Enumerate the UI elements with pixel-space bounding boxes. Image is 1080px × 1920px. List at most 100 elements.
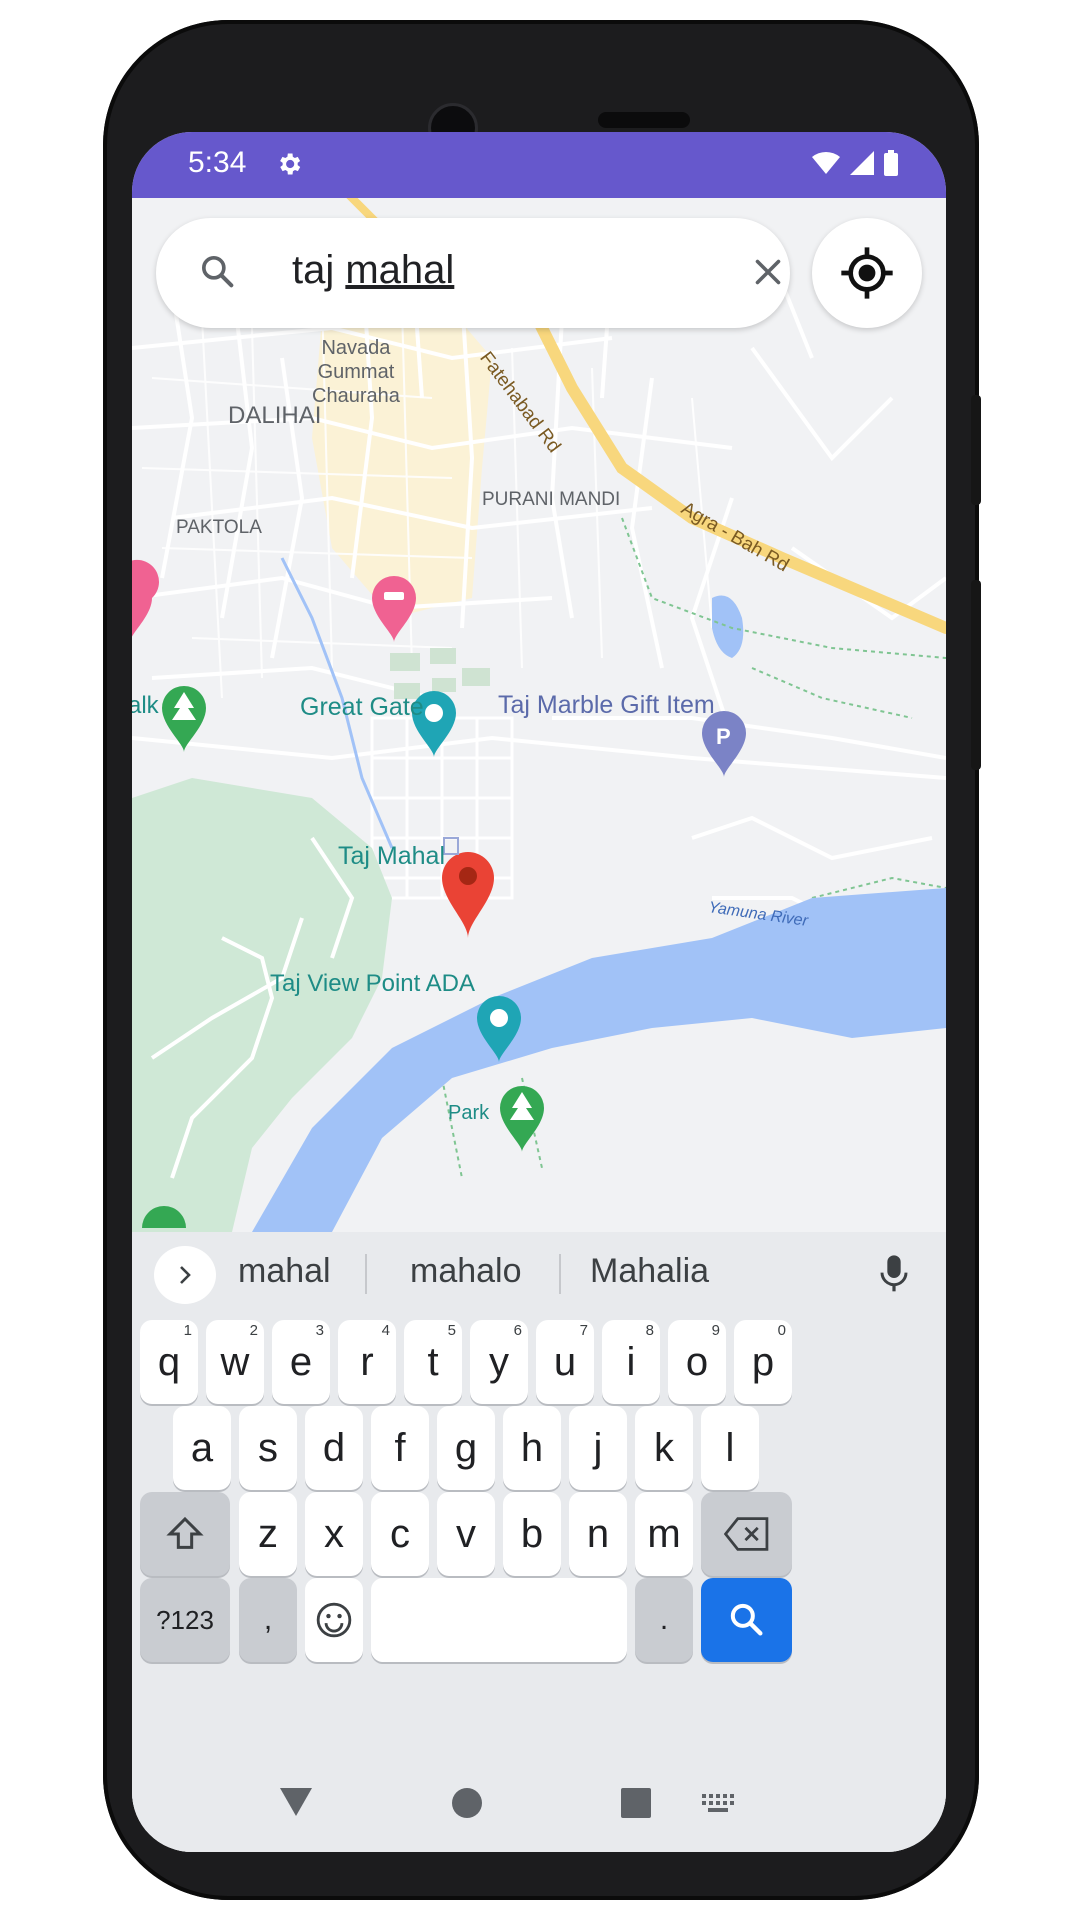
- key-r[interactable]: r4: [338, 1320, 396, 1404]
- search-query-composing: mahal: [345, 248, 455, 292]
- volume-button: [971, 580, 981, 770]
- key-o[interactable]: o9: [668, 1320, 726, 1404]
- key-label: r: [360, 1339, 374, 1384]
- key-label: i: [626, 1339, 636, 1384]
- home-circle-icon[interactable]: [452, 1788, 482, 1823]
- shift-icon: [166, 1516, 204, 1549]
- recents-square-icon[interactable]: [621, 1788, 651, 1823]
- map-label-purani-mandi: PURANI MANDI: [482, 489, 621, 510]
- map-label-walk: alk: [132, 692, 159, 719]
- search-query-prefix: taj: [292, 248, 346, 292]
- map-label-taj-mahal[interactable]: Taj Mahal: [338, 842, 445, 871]
- map-label-line: Chauraha: [312, 385, 400, 407]
- my-location-button[interactable]: [812, 218, 922, 328]
- navigation-bar: [132, 1752, 946, 1852]
- search-key[interactable]: [701, 1578, 792, 1662]
- key-hint: 5: [447, 1322, 456, 1339]
- key-e[interactable]: e3: [272, 1320, 330, 1404]
- key-u[interactable]: u7: [536, 1320, 594, 1404]
- key-label: u: [553, 1339, 577, 1384]
- key-hint: 7: [579, 1322, 588, 1339]
- keyboard-switch-icon[interactable]: [702, 1794, 736, 1819]
- soft-keyboard: mahal mahalo Mahalia q1 w2 e3 r4 t5 y6 u…: [132, 1232, 946, 1852]
- key-hint: 8: [645, 1322, 654, 1339]
- key-label: e: [289, 1339, 313, 1384]
- key-v[interactable]: v: [437, 1492, 495, 1576]
- key-p[interactable]: p0: [734, 1320, 792, 1404]
- map-label-dalihai: DALIHAI: [228, 402, 322, 429]
- backspace-icon: [723, 1517, 768, 1551]
- key-g[interactable]: g: [437, 1406, 495, 1490]
- microphone-icon[interactable]: [878, 1254, 910, 1299]
- search-input[interactable]: taj mahal: [292, 248, 454, 293]
- power-button: [971, 395, 981, 505]
- key-m[interactable]: m: [635, 1492, 693, 1576]
- key-y[interactable]: y6: [470, 1320, 528, 1404]
- key-k[interactable]: k: [635, 1406, 693, 1490]
- key-j[interactable]: j: [569, 1406, 627, 1490]
- map-view[interactable]: P Navada Gummat Chauraha DALIHAI PAKTOLA…: [132, 198, 946, 1232]
- map-label-great-gate[interactable]: Great Gate: [300, 693, 424, 722]
- key-a[interactable]: a: [173, 1406, 231, 1490]
- space-key[interactable]: [371, 1578, 627, 1662]
- key-l[interactable]: l: [701, 1406, 759, 1490]
- key-hint: 2: [249, 1322, 258, 1339]
- suggestion-1[interactable]: mahal: [238, 1252, 331, 1291]
- suggestion-2[interactable]: mahalo: [410, 1252, 522, 1291]
- key-z[interactable]: z: [239, 1492, 297, 1576]
- screen: 5:34 P Navada Gummat Chauraha DALIHAI PA…: [132, 132, 946, 1852]
- suggestion-divider: [559, 1254, 561, 1294]
- key-d[interactable]: d: [305, 1406, 363, 1490]
- symbols-key[interactable]: ?123: [140, 1578, 230, 1662]
- map-label-park[interactable]: Park: [448, 1102, 489, 1125]
- svg-text:P: P: [716, 724, 731, 749]
- emoji-key[interactable]: [305, 1578, 363, 1662]
- status-bar: 5:34: [132, 132, 946, 198]
- expand-suggestions-button[interactable]: [154, 1246, 216, 1304]
- suggestion-divider: [365, 1254, 367, 1294]
- earpiece-speaker: [598, 112, 690, 128]
- key-label: w: [220, 1339, 250, 1384]
- key-hint: 0: [777, 1322, 786, 1339]
- map-label-line: Navada: [321, 337, 391, 359]
- comma-key[interactable]: ,: [239, 1578, 297, 1662]
- key-f[interactable]: f: [371, 1406, 429, 1490]
- emoji-icon: [316, 1602, 352, 1638]
- map-label-taj-marble[interactable]: Taj Marble Gift Item: [498, 691, 715, 720]
- signal-icon: [850, 151, 874, 180]
- key-x[interactable]: x: [305, 1492, 363, 1576]
- key-s[interactable]: s: [239, 1406, 297, 1490]
- search-bar[interactable]: taj mahal: [156, 218, 790, 328]
- key-h[interactable]: h: [503, 1406, 561, 1490]
- key-q[interactable]: q1: [140, 1320, 198, 1404]
- suggestion-3[interactable]: Mahalia: [590, 1252, 709, 1291]
- key-label: p: [751, 1339, 775, 1384]
- status-time: 5:34: [188, 146, 247, 179]
- map-label-line: Gummat: [317, 361, 395, 383]
- key-n[interactable]: n: [569, 1492, 627, 1576]
- key-b[interactable]: b: [503, 1492, 561, 1576]
- back-triangle-icon[interactable]: [280, 1788, 312, 1821]
- key-hint: 6: [513, 1322, 522, 1339]
- crosshair-icon: [841, 247, 893, 299]
- backspace-key[interactable]: [701, 1492, 792, 1576]
- key-label: q: [157, 1339, 181, 1384]
- hotel-pin-icon: [372, 576, 416, 642]
- key-label: y: [489, 1339, 509, 1384]
- key-w[interactable]: w2: [206, 1320, 264, 1404]
- map-label-taj-view-point[interactable]: Taj View Point ADA: [270, 970, 475, 998]
- period-key[interactable]: .: [635, 1578, 693, 1662]
- wifi-icon: [812, 151, 840, 180]
- settings-gear-icon: [275, 150, 303, 183]
- key-i[interactable]: i8: [602, 1320, 660, 1404]
- key-hint: 3: [315, 1322, 324, 1339]
- chevron-right-icon: [180, 1266, 191, 1284]
- key-t[interactable]: t5: [404, 1320, 462, 1404]
- key-hint: 9: [711, 1322, 720, 1339]
- shift-key[interactable]: [140, 1492, 230, 1576]
- key-hint: 4: [381, 1322, 390, 1339]
- key-c[interactable]: c: [371, 1492, 429, 1576]
- search-icon: [730, 1603, 762, 1636]
- suggestion-strip: mahal mahalo Mahalia: [132, 1232, 946, 1312]
- map-label-navada: Navada Gummat Chauraha: [312, 336, 400, 408]
